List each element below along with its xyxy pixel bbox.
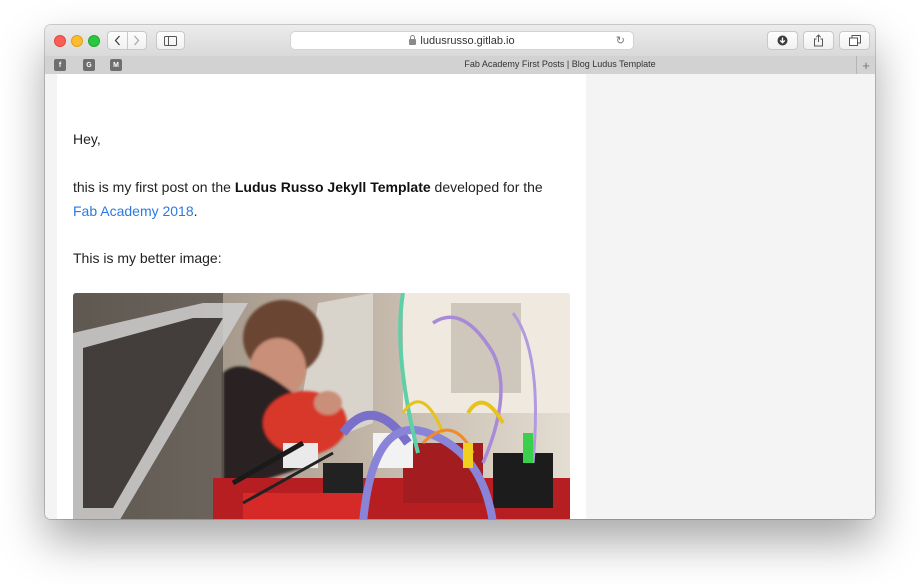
tabs-icon xyxy=(848,35,861,46)
back-button[interactable] xyxy=(108,32,127,49)
reload-icon[interactable]: ↻ xyxy=(616,34,625,47)
browser-window: ludusrusso.gitlab.io ↻ f G M Fab Academy… xyxy=(45,25,875,519)
minimize-window-button[interactable] xyxy=(71,35,83,47)
address-bar[interactable]: ludusrusso.gitlab.io ↻ xyxy=(290,31,634,50)
browser-toolbar: ludusrusso.gitlab.io ↻ xyxy=(45,25,875,57)
sidebar-toggle-button[interactable] xyxy=(156,31,185,50)
intro-text-start: this is my first post on the xyxy=(73,179,235,195)
favorite-google[interactable]: G xyxy=(83,59,95,71)
chevron-right-icon xyxy=(134,35,140,46)
favorite-medium[interactable]: M xyxy=(110,59,122,71)
favorite-facebook[interactable]: f xyxy=(54,59,66,71)
workshop-photo-image xyxy=(73,293,570,519)
image-caption: This is my better image: xyxy=(73,250,222,266)
favorites-bar: f G M Fab Academy First Posts | Blog Lud… xyxy=(45,56,875,75)
url-text: ludusrusso.gitlab.io xyxy=(420,34,515,47)
post-intro-continued: Fab Academy 2018. xyxy=(73,199,198,223)
navigation-buttons xyxy=(107,31,147,50)
zoom-window-button[interactable] xyxy=(88,35,100,47)
post-greeting: Hey, xyxy=(73,131,101,147)
page-content: Hey, this is my first post on the Ludus … xyxy=(45,74,875,519)
new-tab-button[interactable]: + xyxy=(856,56,875,74)
post-intro: this is my first post on the Ludus Russo… xyxy=(73,175,543,199)
post-body: Hey, this is my first post on the Ludus … xyxy=(57,74,586,519)
share-icon xyxy=(814,34,823,47)
tabs-overview-button[interactable] xyxy=(839,31,870,50)
share-button[interactable] xyxy=(803,31,834,50)
template-name: Ludus Russo Jekyll Template xyxy=(234,179,431,195)
download-icon xyxy=(777,35,788,46)
forward-button[interactable] xyxy=(126,32,147,49)
tab-title[interactable]: Fab Academy First Posts | Blog Ludus Tem… xyxy=(285,59,835,69)
intro-text-middle: developed for the xyxy=(430,179,543,195)
close-window-button[interactable] xyxy=(54,35,66,47)
sidebar-icon xyxy=(164,35,177,46)
chevron-left-icon xyxy=(114,35,120,46)
fab-academy-link[interactable]: Fab Academy 2018 xyxy=(73,203,194,219)
post-photo xyxy=(73,293,570,519)
lock-icon xyxy=(409,34,417,45)
intro-text-end: . xyxy=(193,203,198,219)
downloads-button[interactable] xyxy=(767,31,798,50)
